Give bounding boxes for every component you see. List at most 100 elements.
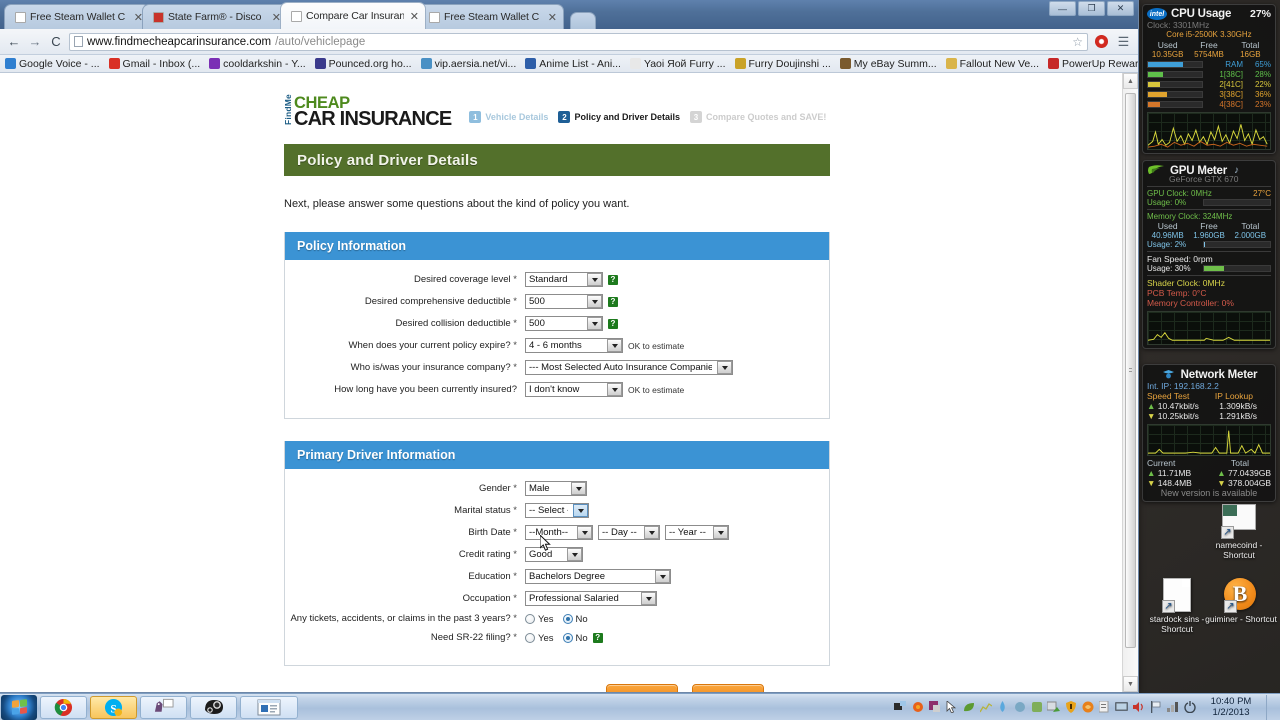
forward-button[interactable]: → xyxy=(27,34,43,50)
radio-need-sr-22-filing-yes[interactable]: Yes xyxy=(525,633,554,644)
select-when-does-your-current-policy-expire-control[interactable]: 4 - 6 months xyxy=(525,338,623,353)
browser-tab-2[interactable]: Compare Car Insuran ✕ xyxy=(280,2,426,29)
star-icon[interactable]: ☆ xyxy=(1072,35,1083,49)
select-desired-comprehensive-deductible[interactable]: 500 xyxy=(525,294,603,309)
help-icon[interactable]: ? xyxy=(608,318,618,329)
browser-tab-0[interactable]: Free Steam Wallet C ✕ xyxy=(4,4,150,29)
select-credit-rating[interactable]: Good xyxy=(525,547,583,562)
desktop-icon-stardock[interactable]: ↗ stardock sins - Shortcut xyxy=(1140,578,1214,634)
progress-step-2[interactable]: 2 Policy and Driver Details xyxy=(558,111,680,123)
start-button[interactable] xyxy=(1,694,37,720)
network-col-speedtest[interactable]: Speed Test xyxy=(1147,391,1189,401)
taskbar-app-steam[interactable] xyxy=(190,695,237,719)
select-occupation-control[interactable]: Professional Salaried xyxy=(525,591,657,606)
browser-tab-3[interactable]: Free Steam Wallet C ✕ xyxy=(418,4,564,29)
select-gender-control[interactable]: Male xyxy=(525,481,587,496)
taskbar-app-window[interactable] xyxy=(240,695,298,719)
bookmark-4[interactable]: vip.aersia.net/vi... xyxy=(420,58,516,70)
select-when-does-your-current-policy-expire[interactable]: 4 - 6 months xyxy=(525,338,623,353)
back-button[interactable]: ← xyxy=(6,34,22,50)
new-tab-button[interactable] xyxy=(570,12,596,29)
select-desired-coverage-level-control[interactable]: Standard xyxy=(525,272,603,287)
bookmark-10[interactable]: PowerUp Rewar... xyxy=(1048,58,1138,70)
select-birth-month-control[interactable]: --Month-- xyxy=(525,525,593,540)
gpu-meter-gadget[interactable]: GPU Meter ♪ GeForce GTX 670 GPU Clock: 0… xyxy=(1142,160,1276,349)
select-how-long-have-you-been-currently-insur[interactable]: I don't know xyxy=(525,382,623,397)
select-occupation[interactable]: Professional Salaried xyxy=(525,591,657,606)
network-meter-gadget[interactable]: Network Meter Int. IP: 192.168.2.2 Speed… xyxy=(1142,364,1276,502)
help-icon[interactable]: ? xyxy=(592,633,603,643)
radio-button[interactable] xyxy=(525,614,535,624)
show-desktop-button[interactable] xyxy=(1266,694,1275,720)
bookmark-9[interactable]: Fallout New Ve... xyxy=(945,58,1039,70)
scrollbar-thumb[interactable] xyxy=(1125,93,1136,648)
select-education-control[interactable]: Bachelors Degree xyxy=(525,569,671,584)
bookmark-1[interactable]: Gmail - Inbox (... xyxy=(108,58,200,70)
scroll-down-button[interactable]: ▼ xyxy=(1123,676,1138,692)
radio-any-tickets-accidents-or-claims-in-the-yes[interactable]: Yes xyxy=(525,614,554,625)
network-col-iplookup[interactable]: IP Lookup xyxy=(1215,391,1253,401)
orange-icon[interactable] xyxy=(1081,701,1094,714)
select-birth-year-control[interactable]: -- Year -- xyxy=(665,525,729,540)
select-how-long-have-you-been-currently-insur-control[interactable]: I don't know xyxy=(525,382,623,397)
minimize-button[interactable]: — xyxy=(1049,1,1076,16)
select-birth-day[interactable]: -- Day -- xyxy=(598,525,660,540)
volume-icon[interactable] xyxy=(1132,701,1145,714)
green-icon[interactable] xyxy=(1030,701,1043,714)
page-scrollbar[interactable]: ▲ ▼ xyxy=(1122,73,1138,692)
bookmark-0[interactable]: Google Voice - ... xyxy=(5,58,100,70)
taskbar-clock[interactable]: 10:40 PM 1/2/2013 xyxy=(1200,696,1262,718)
scroll-up-button[interactable]: ▲ xyxy=(1123,73,1138,89)
select-gender[interactable]: Male xyxy=(525,481,587,496)
close-button[interactable]: ✕ xyxy=(1107,1,1134,16)
app-icon[interactable] xyxy=(928,701,941,714)
bookmark-7[interactable]: Furry Doujinshi ... xyxy=(734,58,831,70)
doc-icon[interactable] xyxy=(1098,701,1111,714)
radio-need-sr-22-filing-no[interactable]: No xyxy=(562,633,588,644)
chart-icon[interactable] xyxy=(979,701,992,714)
flag-icon[interactable] xyxy=(1149,701,1162,714)
browser-tab-1[interactable]: State Farm® - Disco ✕ xyxy=(142,4,288,29)
tab-close-icon[interactable]: ✕ xyxy=(546,11,557,24)
page-info-icon[interactable] xyxy=(74,36,83,47)
shield-icon[interactable] xyxy=(1064,701,1077,714)
address-bar[interactable]: www.findmecheapcarinsurance.com/auto/veh… xyxy=(69,32,1088,51)
radio-any-tickets-accidents-or-claims-in-the-no[interactable]: No xyxy=(562,614,588,625)
radio-button[interactable] xyxy=(562,614,573,624)
upload-icon[interactable] xyxy=(1047,701,1060,714)
reload-icon[interactable]: C xyxy=(48,34,64,50)
select-desired-collision-deductible-control[interactable]: 500 xyxy=(525,316,603,331)
taskbar-app-chrome[interactable] xyxy=(40,695,87,719)
select-birth-year[interactable]: -- Year -- xyxy=(665,525,729,540)
taskbar-app-skype[interactable]: S xyxy=(90,695,137,719)
select-marital-status[interactable]: -- Select -- xyxy=(525,503,589,518)
bookmark-2[interactable]: cooldarkshin - Y... xyxy=(209,58,306,70)
network-icon[interactable] xyxy=(1166,701,1179,714)
desktop-icon-namecoind[interactable]: ↗ namecoind - Shortcut xyxy=(1202,504,1276,560)
tab-close-icon[interactable]: ✕ xyxy=(408,10,419,23)
add-driver-no-button[interactable]: No xyxy=(692,684,764,692)
cursor-icon[interactable] xyxy=(945,701,958,714)
maximize-button[interactable]: ❐ xyxy=(1078,1,1105,16)
monitor-icon[interactable] xyxy=(1115,701,1128,714)
progress-step-3[interactable]: 3 Compare Quotes and SAVE! xyxy=(689,111,826,123)
menu-icon[interactable]: ☰ xyxy=(1115,33,1132,50)
power-icon[interactable] xyxy=(1183,701,1196,714)
bookmark-6[interactable]: Yaoi Яой Furry ... xyxy=(629,58,726,70)
select-who-is-was-your-insurance-company-control[interactable]: --- Most Selected Auto Insurance Compani… xyxy=(525,360,733,375)
select-marital-status-control[interactable]: -- Select -- xyxy=(525,503,589,518)
taskbar-app-furry[interactable] xyxy=(140,695,187,719)
cpu-usage-gadget[interactable]: intel CPU Usage 27% Clock: 3301MHz Core … xyxy=(1142,4,1276,154)
select-birth-month[interactable]: --Month-- xyxy=(525,525,593,540)
drop-icon[interactable] xyxy=(996,701,1009,714)
site-logo[interactable]: FindMe CHEAP CAR INSURANCE xyxy=(283,94,452,129)
bookmark-5[interactable]: Anime List - Ani... xyxy=(525,58,621,70)
desktop-icon-guiminer[interactable]: B ↗ guiminer - Shortcut xyxy=(1204,578,1278,624)
network-update-notice[interactable]: New version is available xyxy=(1147,488,1271,498)
extension-red-icon[interactable] xyxy=(1093,33,1110,50)
select-birth-day-control[interactable]: -- Day -- xyxy=(598,525,660,540)
select-desired-coverage-level[interactable]: Standard xyxy=(525,272,603,287)
help-icon[interactable]: ? xyxy=(608,274,618,285)
select-desired-collision-deductible[interactable]: 500 xyxy=(525,316,603,331)
select-who-is-was-your-insurance-company[interactable]: --- Most Selected Auto Insurance Compani… xyxy=(525,360,733,375)
